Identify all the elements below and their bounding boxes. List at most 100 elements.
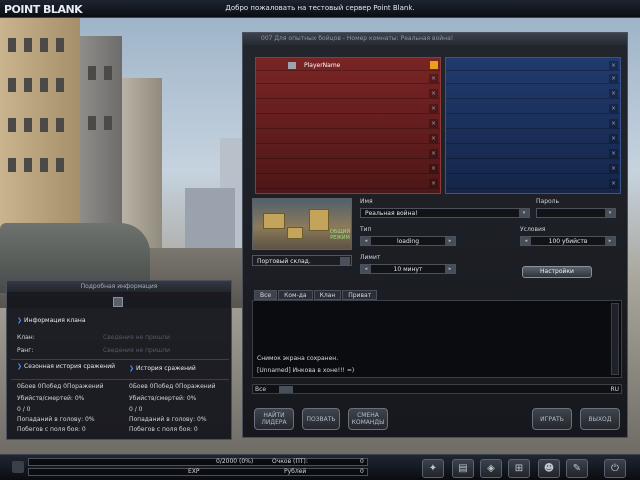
info-panel-title: Подробная информация	[7, 281, 231, 292]
left-stat: 0Боев 0Побед 0Поражений	[17, 383, 104, 390]
room-title: 007 Для опытных бойцов - Номер комнаты: …	[243, 33, 627, 45]
play-button[interactable]: ИГРАТЬ	[532, 408, 572, 430]
tab-private[interactable]: Приват	[342, 290, 378, 300]
map-thumbnail[interactable]: ОБЩИЙ РЕЖИМ	[252, 198, 352, 250]
top-bar: POINT BLANK Добро пожаловать на тестовый…	[0, 0, 640, 18]
arrow-right-icon[interactable]: ▸	[445, 237, 455, 245]
blue-team-list: × × × × × × × × ×	[445, 57, 621, 194]
tab-team[interactable]: Ком-да	[278, 290, 313, 300]
red-slot[interactable]: ×	[256, 73, 440, 84]
conditions-selector[interactable]: ◂ 100 убийств ▸	[520, 236, 616, 246]
close-slot-icon[interactable]: ×	[609, 119, 618, 128]
conditions-label: Условия	[520, 226, 546, 233]
shop-icon[interactable]: ▤	[452, 459, 474, 478]
close-slot-icon[interactable]: ×	[429, 89, 438, 98]
close-slot-icon[interactable]: ×	[609, 164, 618, 173]
blue-slot[interactable]: ×	[446, 118, 620, 129]
red-slot[interactable]: ×	[256, 163, 440, 174]
tab-clan[interactable]: Клан	[313, 290, 342, 300]
red-slot[interactable]: ×	[256, 103, 440, 114]
divider	[11, 359, 229, 360]
close-slot-icon[interactable]: ×	[609, 89, 618, 98]
limit-value: 10 минут	[393, 266, 423, 273]
chat-tabs: Все Ком-да Клан Приват	[254, 290, 378, 300]
close-slot-icon[interactable]: ×	[429, 164, 438, 173]
close-slot-icon[interactable]: ×	[609, 149, 618, 158]
close-slot-icon[interactable]: ×	[429, 149, 438, 158]
close-slot-icon[interactable]: ×	[429, 74, 438, 83]
arrow-left-icon[interactable]: ◂	[361, 265, 371, 273]
map-name: Портовый склад.	[257, 258, 311, 265]
left-stat: Попаданий в голову: 0%	[17, 416, 95, 423]
find-leader-button[interactable]: НАЙТИ ЛИДЕРА	[254, 408, 294, 430]
limit-label: Лимит	[360, 254, 381, 261]
chat-language: RU	[610, 386, 619, 393]
type-value: loading	[396, 238, 420, 245]
blue-slot[interactable]: ×	[446, 178, 620, 189]
host-badge-icon	[430, 61, 438, 69]
points-value: 0	[360, 458, 364, 465]
tab-all[interactable]: Все	[254, 290, 278, 300]
player-name: PlayerName	[304, 62, 341, 69]
exit-button[interactable]: ВЫХОД	[580, 408, 620, 430]
arrow-left-icon[interactable]: ◂	[361, 237, 371, 245]
red-slot[interactable]: ×	[256, 148, 440, 159]
rubles-label: Рублей	[284, 468, 307, 475]
chat-scrollbar[interactable]	[611, 303, 619, 375]
chevron-down-icon[interactable]	[279, 386, 293, 393]
password-label: Пароль	[536, 198, 560, 205]
close-slot-icon[interactable]: ×	[429, 179, 438, 188]
red-slot[interactable]: ×	[256, 88, 440, 99]
blue-slot[interactable]: ×	[446, 148, 620, 159]
cart-icon[interactable]: ⊞	[508, 459, 530, 478]
type-selector[interactable]: ◂ loading ▸	[360, 236, 456, 246]
blue-slot[interactable]: ×	[446, 60, 620, 71]
divider	[11, 379, 229, 380]
blue-slot[interactable]: ×	[446, 88, 620, 99]
chat-channel: Все	[255, 386, 267, 393]
rank-value: Сведения не пришли	[103, 347, 170, 354]
crate	[287, 227, 303, 239]
change-team-button[interactable]: СМЕНА КОМАНДЫ	[348, 408, 388, 430]
room-name-field[interactable]: Реальная война! ▾	[360, 208, 530, 218]
red-slot[interactable]: ×	[256, 118, 440, 129]
blue-slot[interactable]: ×	[446, 103, 620, 114]
collapse-toggle-icon[interactable]	[113, 297, 123, 307]
password-field[interactable]: ▾	[536, 208, 616, 218]
invite-button[interactable]: ПОЗВАТЬ	[302, 408, 340, 430]
settings-button[interactable]: Настройки	[522, 266, 592, 278]
close-slot-icon[interactable]: ×	[609, 74, 618, 83]
red-slot[interactable]: ×	[256, 133, 440, 144]
profile-icon[interactable]: ☻	[538, 459, 560, 478]
inventory-icon[interactable]: ✦	[422, 459, 444, 478]
chat-log: Снимок экрана сохранен. [Unnamed] Инкова…	[252, 300, 622, 378]
close-slot-icon[interactable]: ×	[429, 119, 438, 128]
room-name-label: Имя	[360, 198, 373, 205]
limit-selector[interactable]: ◂ 10 минут ▸	[360, 264, 456, 274]
red-slot[interactable]: PlayerName	[256, 60, 440, 71]
welcome-message: Добро пожаловать на тестовый сервер Poin…	[225, 4, 415, 12]
close-slot-icon[interactable]: ×	[609, 134, 618, 143]
red-team-list: PlayerName × × × × × × × ×	[255, 57, 441, 194]
blue-slot[interactable]: ×	[446, 133, 620, 144]
blue-slot[interactable]: ×	[446, 163, 620, 174]
arrow-right-icon[interactable]: ▸	[445, 265, 455, 273]
right-stat: Побегов с поля боя: 0	[129, 426, 198, 433]
chat-input[interactable]: Все RU	[252, 384, 622, 394]
arrow-left-icon[interactable]: ◂	[521, 237, 531, 245]
chevron-down-icon: ▾	[605, 209, 615, 217]
close-slot-icon[interactable]: ×	[429, 134, 438, 143]
gift-shop-icon[interactable]: ◈	[480, 459, 502, 478]
power-icon[interactable]: ⏻	[604, 459, 626, 478]
close-slot-icon[interactable]: ×	[609, 104, 618, 113]
map-select[interactable]: Портовый склад.	[252, 255, 352, 266]
options-icon[interactable]: ✎	[566, 459, 588, 478]
close-slot-icon[interactable]: ×	[609, 179, 618, 188]
crate	[263, 213, 285, 229]
arrow-right-icon[interactable]: ▸	[605, 237, 615, 245]
menu-icon[interactable]	[12, 461, 24, 473]
red-slot[interactable]: ×	[256, 178, 440, 189]
blue-slot[interactable]: ×	[446, 73, 620, 84]
close-slot-icon[interactable]: ×	[609, 61, 618, 70]
close-slot-icon[interactable]: ×	[429, 104, 438, 113]
